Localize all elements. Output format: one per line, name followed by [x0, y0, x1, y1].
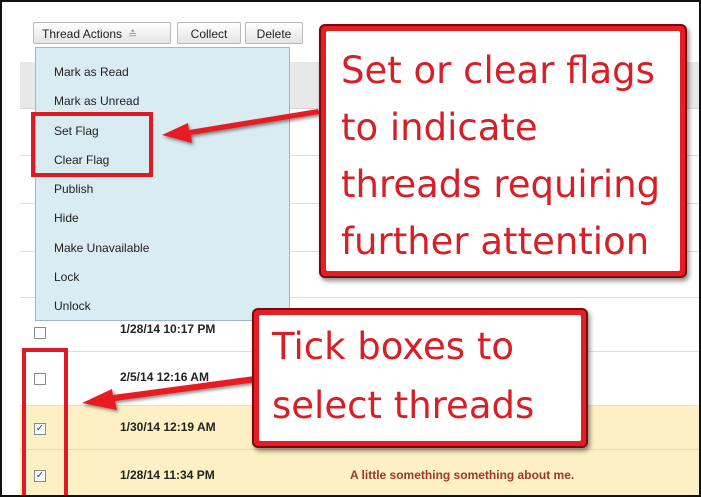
arrow-left-icon — [162, 109, 320, 143]
callout-line: Set or clear flags — [341, 49, 655, 92]
callout-line: Tick boxes to — [272, 325, 514, 368]
tick-boxes-callout: Tick boxes to select threads — [252, 308, 588, 448]
flags-callout: Set or clear flags to indicate threads r… — [319, 24, 687, 278]
callout-line: to indicate — [341, 106, 538, 149]
screenshot-frame: Thread Actions ≛ Collect Delete 1/28/14 1… — [0, 0, 701, 497]
callout-line: threads requiring — [341, 163, 661, 206]
arrow-left-icon — [82, 375, 264, 410]
callout-line: select threads — [272, 384, 535, 427]
callout-line: further attention — [341, 220, 650, 263]
